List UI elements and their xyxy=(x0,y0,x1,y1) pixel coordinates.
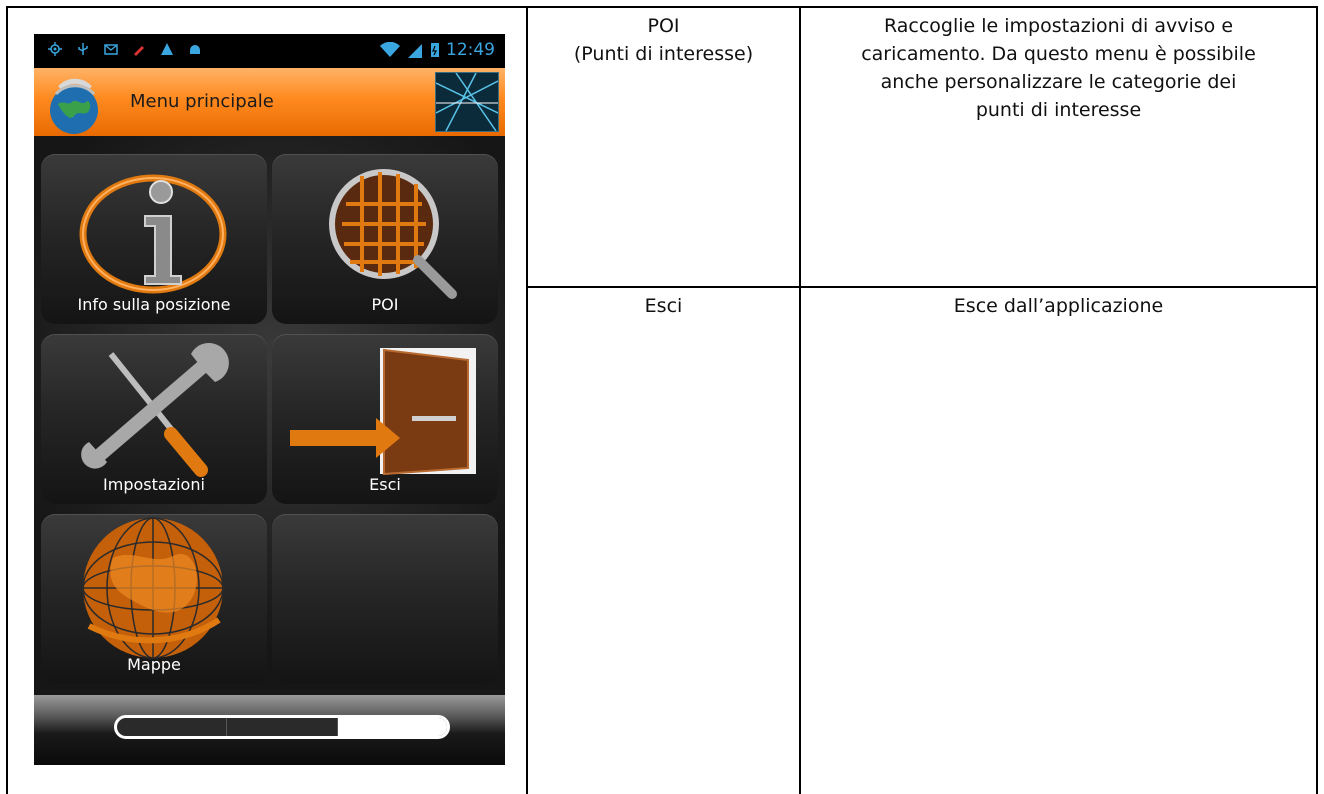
tile-label-settings: Impostazioni xyxy=(103,475,205,494)
gps-icon xyxy=(48,42,62,56)
android-icon xyxy=(190,45,200,54)
page-indicator[interactable] xyxy=(114,715,450,739)
status-time: 12:49 xyxy=(446,40,495,60)
table-border-col1 xyxy=(526,6,528,794)
status-left-icons xyxy=(48,42,202,56)
row2-description-cell: Esce dall’applicazione xyxy=(801,292,1316,320)
map-thumbnail[interactable] xyxy=(435,72,499,132)
table-border-top xyxy=(6,6,1318,8)
mail-icon xyxy=(104,44,118,55)
info-icon xyxy=(79,174,227,294)
row1-desc-line4: punti di interesse xyxy=(975,99,1142,121)
battery-icon xyxy=(431,43,439,57)
tools-icon xyxy=(81,342,229,477)
row1-desc-line3: anche personalizzare le categorie dei xyxy=(880,71,1237,93)
page-indicator-segment-2[interactable] xyxy=(227,718,338,736)
warning-icon xyxy=(161,43,173,55)
tile-label-info: Info sulla posizione xyxy=(77,295,231,314)
magnifier-icon xyxy=(329,169,457,299)
app-logo-globe-icon xyxy=(50,78,98,134)
wifi-icon xyxy=(380,42,400,57)
page-indicator-segment-1[interactable] xyxy=(117,718,228,736)
menu-tile-empty xyxy=(272,514,498,684)
menu-tile-maps[interactable]: Mappe xyxy=(41,514,267,684)
tile-label-poi: POI xyxy=(371,295,399,314)
row1-name-line2: (Punti di interesse) xyxy=(573,43,754,65)
tile-label-maps: Mappe xyxy=(127,655,181,674)
bottom-bar xyxy=(34,695,505,765)
map-lines-icon xyxy=(435,72,499,132)
menu-tile-exit[interactable]: Esci xyxy=(272,334,498,504)
row1-desc-line1: Raccoglie le impostazioni di avviso e xyxy=(883,15,1234,37)
title-bar: Menu principale xyxy=(34,68,505,136)
menu-grid: Info sulla posizione POI Impostazioni Es… xyxy=(34,136,505,695)
table-border-left xyxy=(6,6,8,794)
page-title: Menu principale xyxy=(130,91,274,112)
menu-tile-settings[interactable]: Impostazioni xyxy=(41,334,267,504)
table-row-divider xyxy=(526,286,1318,288)
row2-name-cell: Esci xyxy=(528,292,799,320)
menu-tile-info[interactable]: Info sulla posizione xyxy=(41,154,267,324)
table-border-col2 xyxy=(799,6,801,794)
row2-desc-line1: Esce dall’applicazione xyxy=(953,295,1164,317)
signal-icon xyxy=(408,44,422,58)
page-indicator-segment-3-active[interactable] xyxy=(337,718,447,736)
pen-icon xyxy=(134,46,144,56)
phone-screenshot: 12:49 Menu principale Info sulla posizio… xyxy=(34,34,505,765)
row1-description-cell: Raccoglie le impostazioni di avviso e ca… xyxy=(801,12,1316,124)
menu-tile-poi[interactable]: POI xyxy=(272,154,498,324)
row1-desc-line2: caricamento. Da questo menu è possibile xyxy=(861,43,1256,65)
table-border-right xyxy=(1316,6,1318,794)
row1-name-line1: POI xyxy=(647,15,680,37)
status-bar: 12:49 xyxy=(34,34,505,68)
tile-label-exit: Esci xyxy=(369,475,401,494)
globe-icon xyxy=(82,517,224,659)
exit-door-icon xyxy=(290,348,476,476)
row2-name-line1: Esci xyxy=(644,295,683,317)
usb-icon xyxy=(78,43,88,55)
row1-name-cell: POI (Punti di interesse) xyxy=(528,12,799,68)
status-right: 12:49 xyxy=(380,40,495,60)
